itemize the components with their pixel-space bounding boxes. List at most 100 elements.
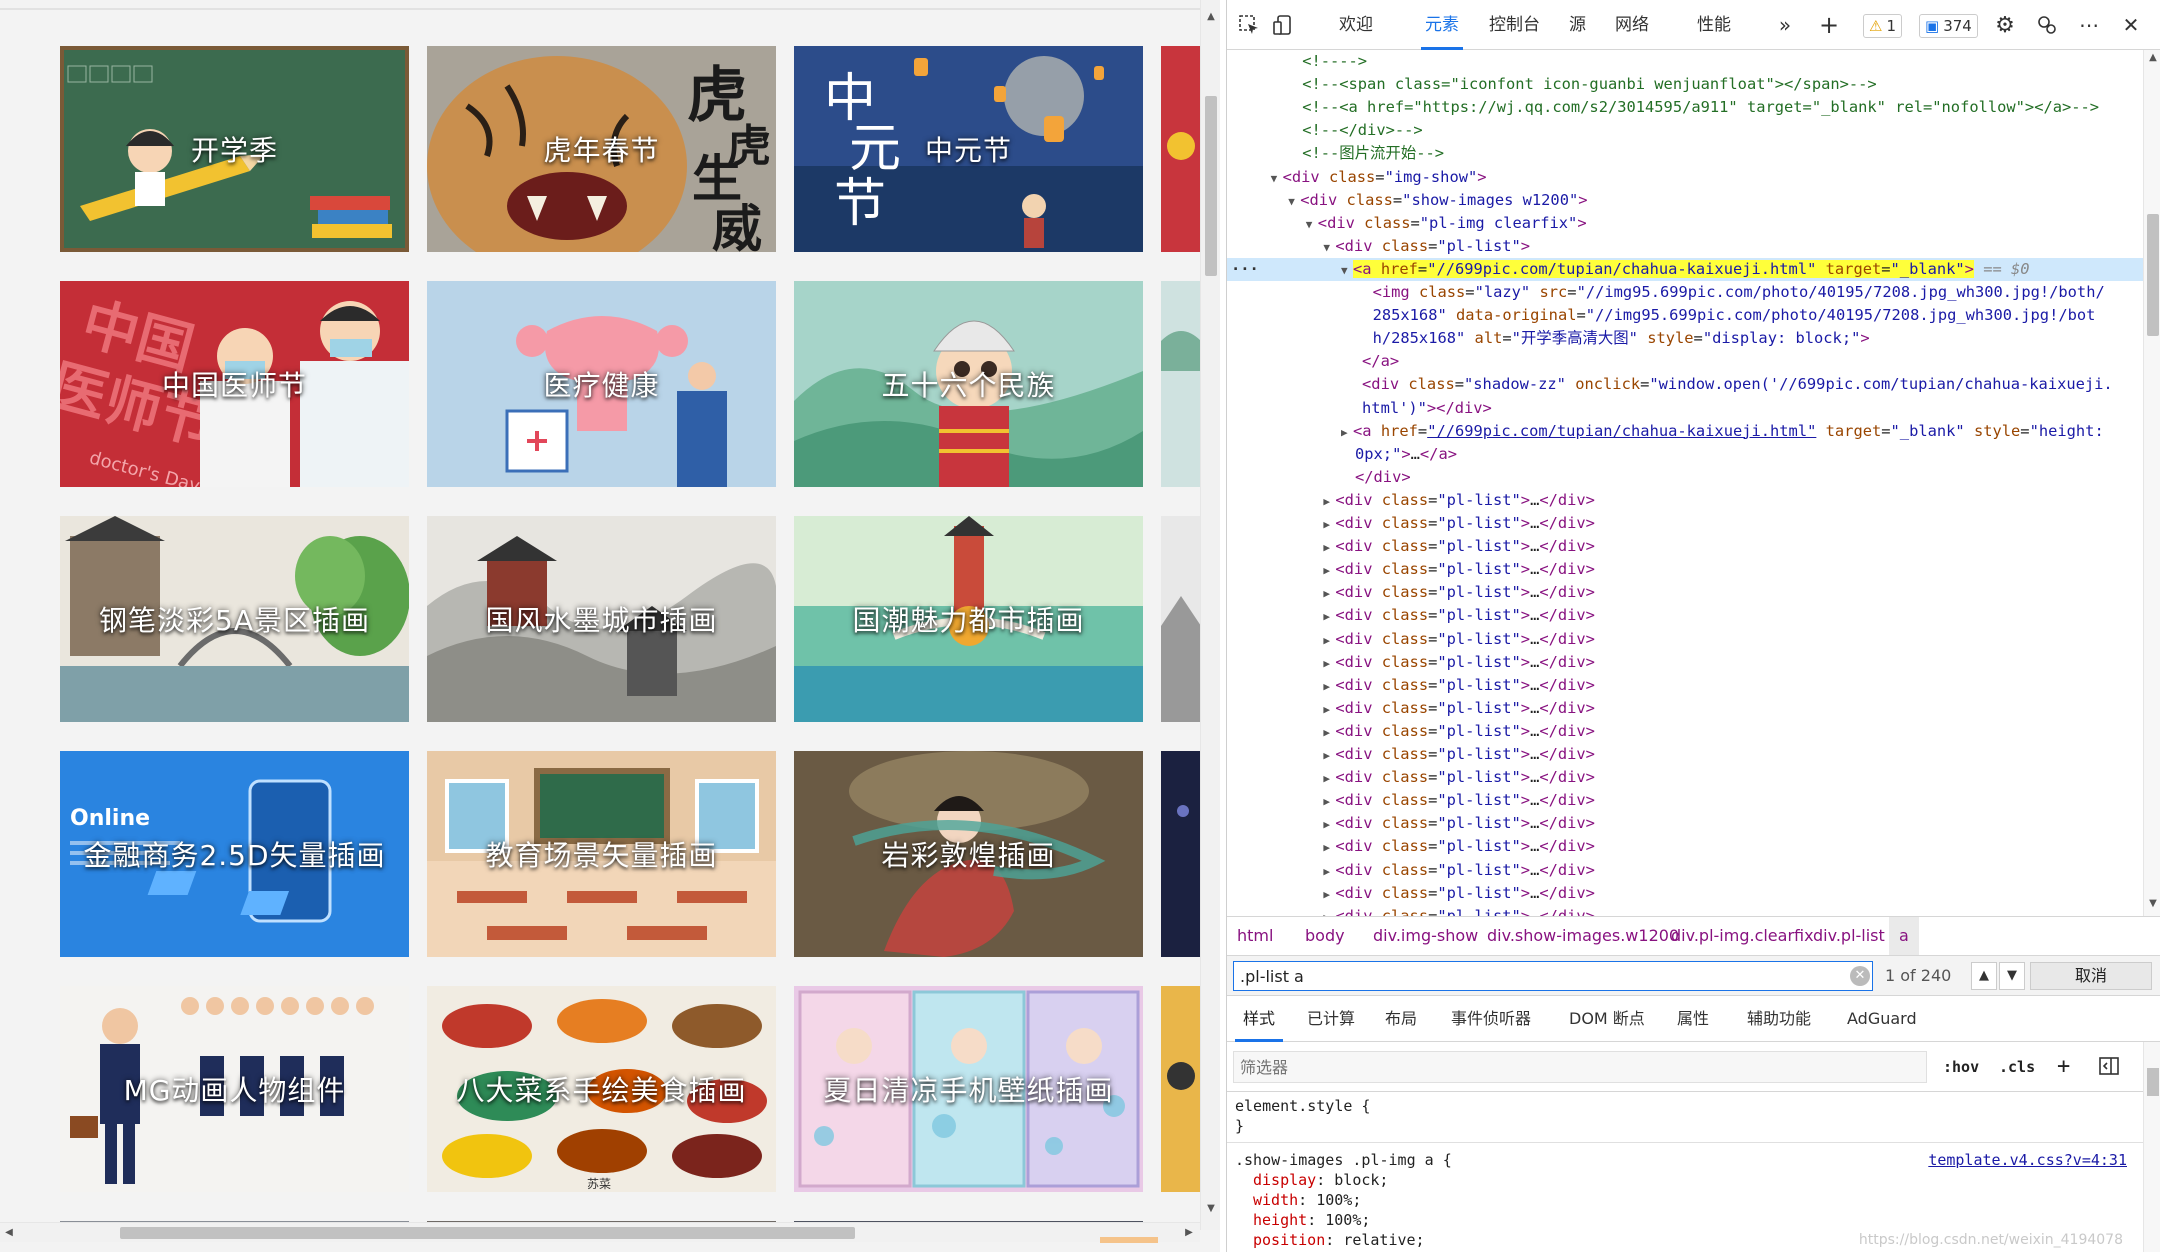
css-property[interactable]: position: [1253, 1231, 1325, 1249]
expand-triangle-icon[interactable]: ▼: [1306, 213, 1318, 236]
image-tile[interactable]: 岩彩敦煌插画: [794, 751, 1143, 957]
expand-triangle-icon[interactable]: ▼: [1271, 167, 1283, 190]
image-tile[interactable]: 虎 虎 生 威 虎年春节: [427, 46, 776, 252]
dom-node-line[interactable]: ··· ▼ <a href="//699pic.com/tupian/chahua-…: [1227, 257, 2143, 281]
dom-node-line[interactable]: ▶<div class="pl-list">…</div>: [1227, 720, 1595, 743]
hov-toggle[interactable]: :hov: [1943, 1052, 1979, 1082]
dom-node-line[interactable]: ▶<div class="pl-list">…</div>: [1227, 651, 1595, 674]
breadcrumb-item[interactable]: div.img-show: [1373, 917, 1478, 955]
dom-node-line[interactable]: <!--图片流开始-->: [1227, 142, 1444, 165]
expand-triangle-icon[interactable]: ▶: [1323, 513, 1335, 536]
dom-node-line[interactable]: 285x168" data-original="//img95.699pic.c…: [1227, 304, 2096, 327]
expand-triangle-icon[interactable]: ▶: [1323, 698, 1335, 721]
dom-node-line[interactable]: </a>: [1227, 350, 1399, 373]
dom-node-line[interactable]: ▶<div class="pl-list">…</div>: [1227, 512, 1595, 535]
expand-triangle-icon[interactable]: ▶: [1323, 744, 1335, 767]
image-tile[interactable]: 钢笔淡彩5A景区插画: [60, 516, 409, 722]
image-tile[interactable]: 夏日清凉手机壁纸插画: [794, 986, 1143, 1192]
dom-node-line[interactable]: <!--<span class="iconfont icon-guanbi we…: [1227, 73, 1877, 96]
dom-node-line[interactable]: ▶ <a href="//699pic.com/tupian/chahua-kai…: [1227, 420, 2104, 443]
dom-node-line[interactable]: ▶<div class="pl-list">…</div>: [1227, 604, 1595, 627]
dom-node-line[interactable]: ▼ <div class="pl-img clearfix">: [1227, 212, 1587, 235]
dom-tree-scrollbar[interactable]: ▲ ▼: [2143, 50, 2160, 916]
dom-node-line[interactable]: ▶<div class="pl-list">…</div>: [1227, 581, 1595, 604]
more-options-icon[interactable]: ⋯: [2077, 13, 2101, 37]
dom-scroll-up-icon[interactable]: ▲: [2144, 52, 2160, 63]
image-tile[interactable]: 医疗健康: [427, 281, 776, 487]
expand-triangle-icon[interactable]: ▶: [1323, 582, 1335, 605]
css-property[interactable]: height: [1253, 1211, 1307, 1229]
scroll-right-arrow-icon[interactable]: ▶: [1180, 1223, 1198, 1243]
image-tile[interactable]: 国潮魅力都市插画: [794, 516, 1143, 722]
css-declaration[interactable]: height: 100%;: [1253, 1210, 1370, 1230]
image-tile[interactable]: 国风水墨城市插画: [427, 516, 776, 722]
breadcrumb-item[interactable]: div.pl-list: [1813, 917, 1885, 955]
styles-tab[interactable]: 事件侦听器: [1451, 996, 1531, 1042]
expand-triangle-icon[interactable]: ▶: [1341, 421, 1353, 444]
styles-tab[interactable]: AdGuard: [1847, 996, 1917, 1042]
image-tile-partial[interactable]: [1161, 516, 1201, 722]
tab-network[interactable]: 网络: [1615, 0, 1649, 50]
warnings-badge[interactable]: ⚠ 1: [1863, 14, 1902, 38]
cancel-search-button[interactable]: 取消: [2030, 962, 2152, 990]
styles-filter-input[interactable]: [1233, 1051, 1927, 1083]
image-tile[interactable]: 教育场景矢量插画: [427, 751, 776, 957]
cls-toggle[interactable]: .cls: [1999, 1052, 2035, 1082]
dom-node-line[interactable]: <!---->: [1227, 50, 1367, 73]
page-horizontal-scrollbar[interactable]: ◀ ▶: [0, 1222, 1200, 1243]
expand-triangle-icon[interactable]: ▶: [1323, 490, 1335, 513]
css-declaration[interactable]: display: block;: [1253, 1170, 1388, 1190]
styles-tab[interactable]: DOM 断点: [1569, 996, 1645, 1042]
breadcrumb-item[interactable]: div.show-images.w1200: [1487, 917, 1679, 955]
next-match-chevron-down-icon[interactable]: ▼: [1999, 962, 2025, 990]
remote-devices-icon[interactable]: [2035, 14, 2059, 36]
styles-tab[interactable]: 布局: [1385, 996, 1417, 1042]
image-tile-partial[interactable]: [1161, 751, 1201, 957]
styles-tab[interactable]: 辅助功能: [1747, 996, 1811, 1042]
dom-node-line[interactable]: ▶<div class="pl-list">…</div>: [1227, 743, 1595, 766]
rule-selector[interactable]: .show-images .pl-img a {: [1235, 1150, 1452, 1170]
css-property[interactable]: width: [1253, 1191, 1298, 1209]
css-value[interactable]: relative;: [1343, 1231, 1424, 1249]
dom-node-line[interactable]: ▶<div class="pl-list">…</div>: [1227, 628, 1595, 651]
clear-search-icon[interactable]: ✕: [1850, 966, 1870, 986]
expand-triangle-icon[interactable]: ▶: [1323, 790, 1335, 813]
expand-triangle-icon[interactable]: ▶: [1323, 906, 1335, 916]
expand-triangle-icon[interactable]: ▶: [1323, 652, 1335, 675]
tab-console[interactable]: 控制台: [1489, 0, 1540, 50]
dom-node-line[interactable]: ▶<div class="pl-list">…</div>: [1227, 812, 1595, 835]
image-tile[interactable]: 中国 医师节 doctor's Day 中国医师节: [60, 281, 409, 487]
styles-pane[interactable]: element.style { } .show-images .pl-img a…: [1227, 1092, 2143, 1252]
dom-scroll-down-icon[interactable]: ▼: [2144, 898, 2160, 909]
element-style-open[interactable]: element.style {: [1235, 1096, 1370, 1116]
page-vertical-scrollbar[interactable]: ▲ ▼: [1200, 0, 1220, 1230]
tab-elements[interactable]: 元素: [1421, 0, 1463, 50]
image-tile[interactable]: Online 金融商务2.5D矢量插画: [60, 751, 409, 957]
dom-node-line[interactable]: ▶<div class="pl-list">…</div>: [1227, 882, 1595, 905]
image-tile[interactable]: 开学季: [60, 46, 409, 252]
dom-node-line[interactable]: ▶<div class="pl-list">…</div>: [1227, 697, 1595, 720]
tab-performance[interactable]: 性能: [1697, 0, 1731, 50]
dom-node-line[interactable]: ▼ <div class="show-images w1200">: [1227, 189, 1587, 212]
dom-node-line[interactable]: 0px;">…</a>: [1227, 443, 1457, 466]
dom-node-line[interactable]: ▶<div class="pl-list">…</div>: [1227, 859, 1595, 882]
dom-node-line[interactable]: ▶<div class="pl-list">…</div>: [1227, 905, 1595, 916]
inspect-element-icon[interactable]: [1237, 14, 1261, 36]
tab-welcome[interactable]: 欢迎: [1339, 0, 1373, 50]
styles-tab[interactable]: 已计算: [1307, 996, 1355, 1042]
styles-tab[interactable]: 样式: [1234, 996, 1284, 1042]
dom-search-input[interactable]: [1233, 961, 1873, 991]
page-hscroll-thumb[interactable]: [120, 1227, 855, 1239]
more-tabs-icon[interactable]: »: [1773, 13, 1797, 37]
dom-node-line[interactable]: </div>: [1227, 466, 1411, 489]
css-declaration[interactable]: width: 100%;: [1253, 1190, 1361, 1210]
previous-match-chevron-up-icon[interactable]: ▲: [1971, 962, 1997, 990]
dom-node-line[interactable]: ▼ <div class="img-show">: [1227, 166, 1487, 189]
image-tile[interactable]: MG动画人物组件: [60, 986, 409, 1192]
expand-triangle-icon[interactable]: ▶: [1323, 860, 1335, 883]
image-tile-partial[interactable]: [1161, 46, 1201, 252]
styles-tab[interactable]: 属性: [1677, 996, 1709, 1042]
expand-triangle-icon[interactable]: ▶: [1323, 559, 1335, 582]
image-tile[interactable]: 中 元 节 中元节: [794, 46, 1143, 252]
breadcrumb-item[interactable]: div.pl-img.clearfix: [1671, 917, 1814, 955]
